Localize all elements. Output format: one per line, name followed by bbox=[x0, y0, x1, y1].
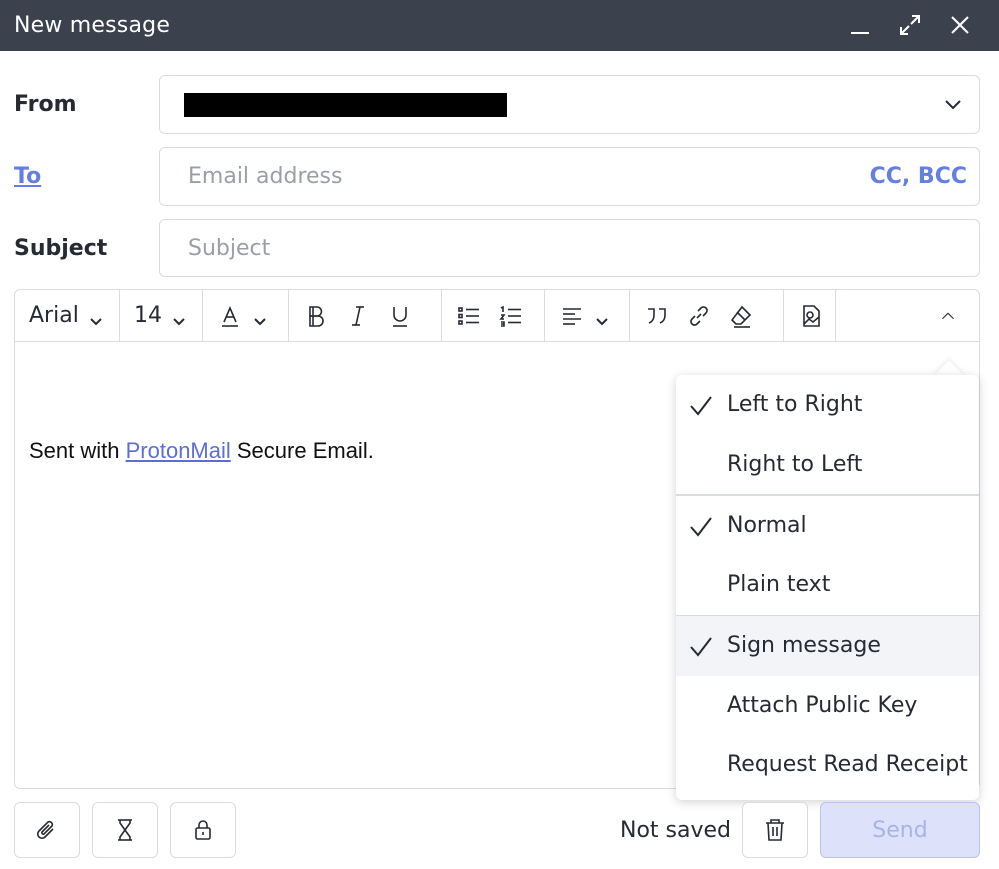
link-icon bbox=[690, 305, 708, 326]
insert-link-button[interactable] bbox=[678, 296, 720, 336]
to-link[interactable]: To bbox=[14, 164, 159, 189]
menu-item-plain-text[interactable]: Plain text bbox=[676, 555, 979, 615]
to-input[interactable] bbox=[188, 164, 788, 189]
editor-options-dropdown: Left to Right Right to Left Normal Plain… bbox=[676, 375, 979, 800]
chevron-down-icon bbox=[595, 309, 609, 325]
menu-item-left-to-right[interactable]: Left to Right bbox=[676, 375, 979, 435]
menu-item-normal[interactable]: Normal bbox=[676, 496, 979, 556]
message-body[interactable]: Sent with ProtonMail Secure Email. bbox=[29, 438, 374, 464]
subject-input[interactable] bbox=[188, 235, 788, 261]
checkmark-icon bbox=[688, 514, 714, 540]
bullet-list-button[interactable] bbox=[448, 296, 490, 336]
window-title: New message bbox=[14, 13, 171, 38]
to-row: To CC, BCC bbox=[14, 147, 980, 206]
menu-item-request-read-receipt[interactable]: Request Read Receipt bbox=[676, 735, 979, 795]
numbered-list-icon bbox=[499, 305, 521, 327]
attach-file-button[interactable] bbox=[14, 802, 80, 858]
from-select[interactable] bbox=[159, 75, 980, 134]
chevron-down-icon bbox=[253, 309, 267, 325]
delete-draft-button[interactable] bbox=[742, 802, 808, 858]
subject-field[interactable] bbox=[159, 219, 980, 277]
eraser-icon bbox=[730, 305, 752, 328]
send-button[interactable]: Send bbox=[820, 802, 980, 858]
bold-icon bbox=[309, 305, 324, 327]
trash-icon bbox=[766, 819, 784, 841]
font-family-value: Arial bbox=[29, 303, 79, 328]
menu-item-sign-message[interactable]: Sign message bbox=[676, 616, 979, 676]
paperclip-icon bbox=[36, 820, 54, 840]
alignment-select[interactable] bbox=[551, 296, 617, 336]
italic-icon bbox=[352, 305, 364, 326]
window-titlebar: New message bbox=[0, 0, 999, 51]
clear-formatting-button[interactable] bbox=[720, 296, 762, 336]
chevron-up-icon bbox=[942, 311, 954, 319]
close-icon bbox=[951, 16, 969, 34]
chevron-down-icon bbox=[89, 309, 103, 325]
subject-label: Subject bbox=[14, 235, 108, 261]
close-button[interactable] bbox=[939, 8, 981, 42]
save-status: Not saved bbox=[620, 818, 731, 843]
protonmail-link[interactable]: ProtonMail bbox=[126, 438, 231, 463]
font-size-value: 14 bbox=[134, 303, 162, 328]
bullet-list-icon bbox=[458, 306, 479, 325]
numbered-list-button[interactable] bbox=[490, 296, 532, 336]
cc-bcc-button[interactable]: CC, BCC bbox=[870, 164, 967, 189]
subject-row: Subject bbox=[14, 219, 980, 277]
menu-item-right-to-left[interactable]: Right to Left bbox=[676, 435, 979, 495]
underline-icon bbox=[393, 306, 407, 327]
chevron-down-icon bbox=[172, 309, 186, 325]
bold-button[interactable] bbox=[295, 296, 337, 336]
insert-image-button[interactable] bbox=[790, 296, 832, 336]
composer-footer: Not saved Send bbox=[0, 796, 999, 869]
redacted-sender-address bbox=[184, 92, 507, 117]
editor-toolbar: Arial 14 bbox=[15, 290, 979, 342]
image-file-icon bbox=[803, 304, 820, 327]
blockquote-button[interactable] bbox=[636, 296, 678, 336]
italic-button[interactable] bbox=[337, 296, 379, 336]
signature-prefix: Sent with bbox=[29, 438, 126, 463]
checkmark-icon bbox=[688, 634, 714, 660]
align-left-icon bbox=[563, 307, 581, 325]
minimize-button[interactable] bbox=[839, 8, 881, 42]
minimize-icon bbox=[851, 32, 869, 34]
text-color-button[interactable] bbox=[209, 296, 275, 336]
from-row: From bbox=[14, 75, 980, 134]
from-label: From bbox=[14, 92, 77, 117]
hourglass-icon bbox=[118, 819, 132, 841]
text-color-icon bbox=[222, 305, 238, 327]
expiration-button[interactable] bbox=[92, 802, 158, 858]
chevron-down-icon bbox=[943, 94, 963, 114]
lock-icon bbox=[195, 820, 211, 840]
maximize-button[interactable] bbox=[889, 8, 931, 42]
quote-icon bbox=[648, 307, 666, 324]
checkmark-icon bbox=[688, 393, 714, 419]
signature-suffix: Secure Email. bbox=[230, 438, 374, 463]
to-field[interactable]: CC, BCC bbox=[159, 147, 980, 206]
underline-button[interactable] bbox=[379, 296, 421, 336]
font-family-select[interactable]: Arial bbox=[21, 296, 111, 336]
more-options-toggle[interactable] bbox=[931, 296, 965, 336]
encryption-button[interactable] bbox=[170, 802, 236, 858]
font-size-select[interactable]: 14 bbox=[126, 296, 194, 336]
expand-icon bbox=[900, 15, 920, 35]
menu-item-attach-public-key[interactable]: Attach Public Key bbox=[676, 676, 979, 736]
